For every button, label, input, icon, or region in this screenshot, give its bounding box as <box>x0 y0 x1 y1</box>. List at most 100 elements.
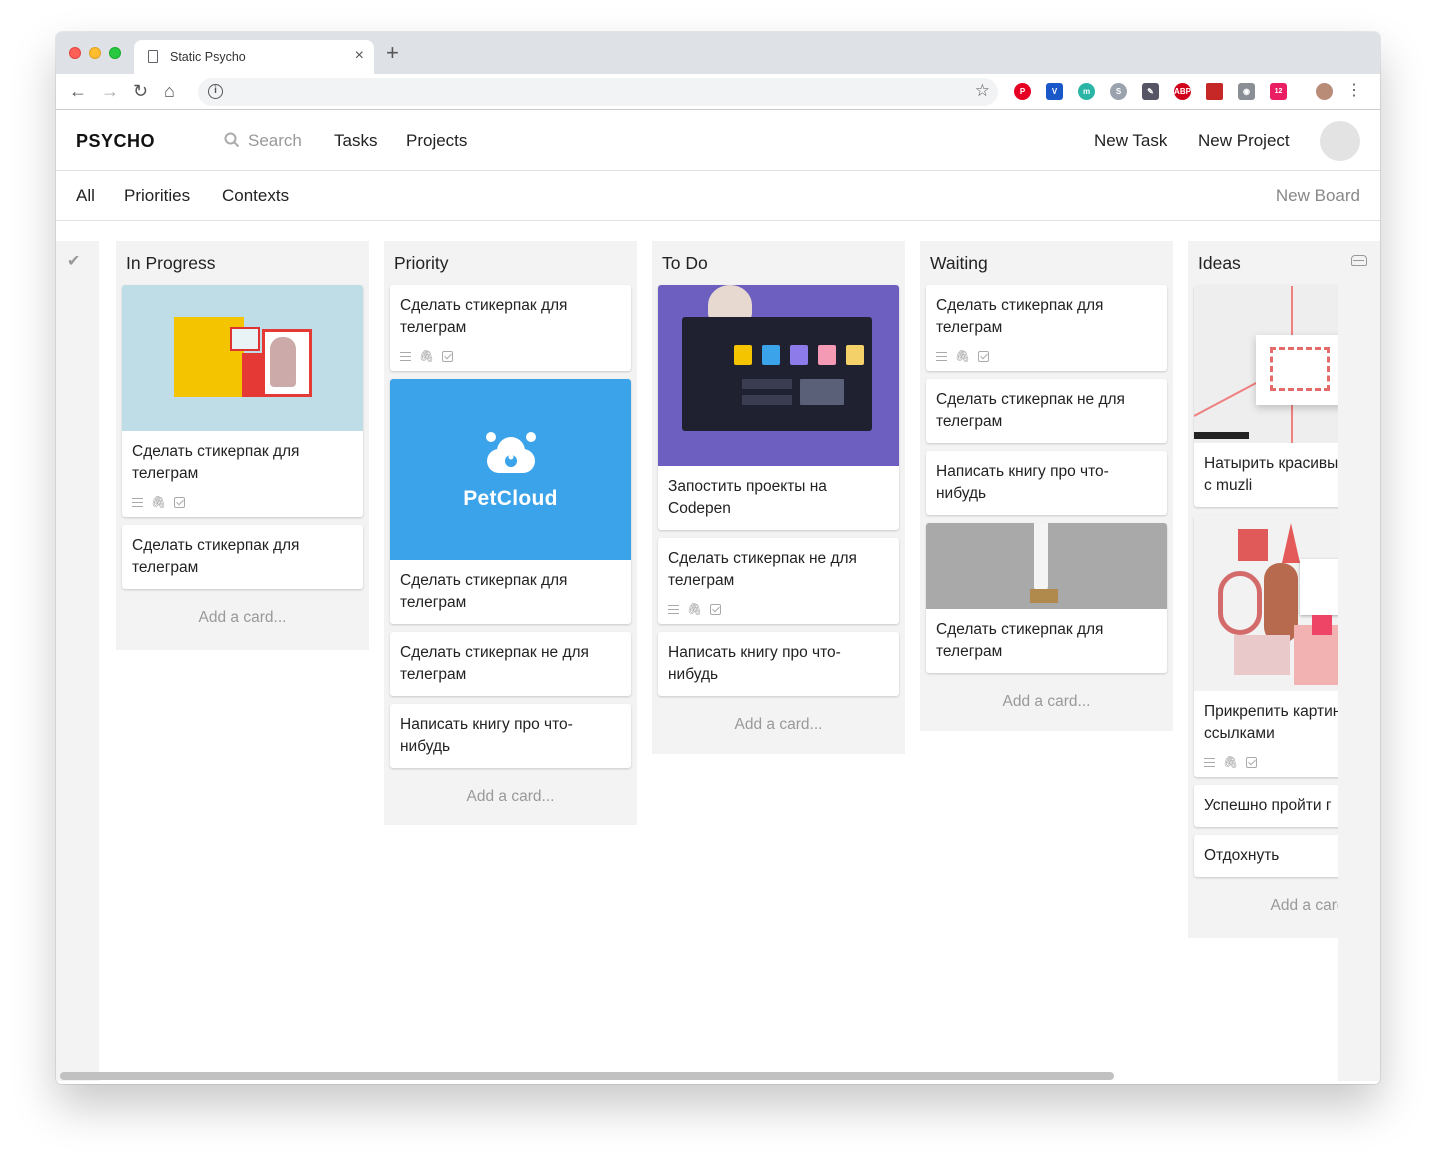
book-extension-icon[interactable] <box>1206 83 1223 100</box>
skype-extension-icon[interactable]: S <box>1110 83 1127 100</box>
filter-all[interactable]: All <box>76 186 95 206</box>
task-card[interactable]: Сделать стикерпак не для телеграм <box>390 632 631 696</box>
add-card-button[interactable]: Add a card... <box>1188 885 1338 927</box>
bookmark-star-icon[interactable]: ☆ <box>975 81 990 101</box>
m12-extension-icon[interactable]: 12 <box>1270 83 1287 100</box>
checklist-icon <box>174 497 186 509</box>
card-cover-image: PetCloud <box>390 379 631 560</box>
card-cover-image <box>122 285 363 431</box>
card-cover-image <box>1194 285 1338 443</box>
task-card[interactable]: Написать книгу про что-нибудь <box>658 632 899 696</box>
task-card[interactable]: Сделать стикерпак для телеграм <box>926 523 1167 673</box>
minimize-window-button[interactable] <box>89 47 101 59</box>
list-title: To Do <box>662 253 708 273</box>
site-info-icon[interactable]: i <box>208 84 223 99</box>
description-icon <box>936 352 947 362</box>
reload-icon[interactable]: ↻ <box>133 81 148 101</box>
card-badges: 🖇 <box>1194 755 1338 777</box>
add-card-button[interactable]: Add a card... <box>384 776 637 818</box>
task-card[interactable]: Сделать стикерпак для телеграм <box>122 525 363 589</box>
card-text: Сделать стикерпак для телеграм <box>936 621 1104 660</box>
card-badges: 🖇 <box>658 602 899 624</box>
dropper-extension-icon[interactable]: ✎ <box>1142 83 1159 100</box>
card-text: Сделать стикерпак для телеграм <box>400 572 568 611</box>
card-text: Отдохнуть <box>1204 847 1280 864</box>
task-card[interactable]: Запостить проекты на Codepen <box>658 285 899 530</box>
task-card[interactable]: PetCloud Сделать стикерпак для телеграм <box>390 379 631 624</box>
new-task-button[interactable]: New Task <box>1094 131 1167 151</box>
camera-extension-icon[interactable]: ◉ <box>1238 83 1255 100</box>
inbox-column-collapsed[interactable] <box>1338 241 1380 1081</box>
profile-avatar-icon[interactable] <box>1316 83 1333 100</box>
list-title: Waiting <box>930 253 988 273</box>
list-title: Ideas <box>1198 253 1241 273</box>
browser-tab[interactable]: Static Psycho × <box>134 40 374 74</box>
task-card[interactable]: Сделать стикерпак для телеграм 🖇 <box>122 285 363 517</box>
maximize-window-button[interactable] <box>109 47 121 59</box>
checklist-icon <box>710 604 722 616</box>
user-avatar[interactable] <box>1320 121 1360 161</box>
task-card[interactable]: Сделать стикерпак не для телеграм <box>926 379 1167 443</box>
app-logo[interactable]: PSYCHO <box>76 131 155 152</box>
adblock-extension-icon[interactable]: ABP <box>1174 83 1191 100</box>
task-card[interactable]: Прикрепить картинки ссылками 🖇 <box>1194 515 1338 777</box>
card-cover-image <box>658 285 899 466</box>
task-card[interactable]: Сделать стикерпак для телеграм 🖇 <box>926 285 1167 371</box>
card-text: Успешно пройти г <box>1204 797 1332 814</box>
card-text: Сделать стикерпак не для телеграм <box>400 644 589 683</box>
pinterest-extension-icon[interactable]: P <box>1014 83 1031 100</box>
description-icon <box>132 498 143 508</box>
ideas-list-viewport: Ideas Натырить красивых картинок с muzli <box>1188 222 1338 1084</box>
add-card-button[interactable]: Add a card... <box>652 704 905 746</box>
browser-menu-icon[interactable]: ⋮ <box>1346 81 1362 101</box>
card-text: Сделать стикерпак для телеграм <box>132 443 300 482</box>
nav-projects[interactable]: Projects <box>406 131 467 151</box>
card-text: Сделать стикерпак для телеграм <box>132 537 300 576</box>
horizontal-scrollbar[interactable] <box>60 1072 1114 1080</box>
card-text: Написать книгу про что-нибудь <box>400 716 573 755</box>
attachment-icon: 🖇 <box>151 495 167 509</box>
done-column-collapsed[interactable]: ✔ <box>56 241 99 1081</box>
nav-tasks[interactable]: Tasks <box>334 131 377 151</box>
new-project-button[interactable]: New Project <box>1198 131 1290 151</box>
attachment-icon: 🖇 <box>955 349 971 363</box>
new-tab-button[interactable]: + <box>386 42 399 64</box>
task-card[interactable]: Написать книгу про что-нибудь <box>390 704 631 768</box>
new-board-button[interactable]: New Board <box>1276 186 1360 206</box>
task-card[interactable]: Натырить красивых картинок с muzli <box>1194 285 1338 507</box>
search-box[interactable]: Search <box>224 131 302 151</box>
add-card-button[interactable]: Add a card... <box>116 597 369 639</box>
list-title: In Progress <box>126 253 216 273</box>
list-priority: Priority Сделать стикерпак для телеграм … <box>384 241 637 825</box>
filter-priorities[interactable]: Priorities <box>124 186 190 206</box>
task-card[interactable]: Успешно пройти г <box>1194 785 1338 827</box>
close-window-button[interactable] <box>69 47 81 59</box>
card-text: Написать книгу про что-нибудь <box>936 463 1109 502</box>
checklist-icon <box>442 351 454 363</box>
filter-contexts[interactable]: Contexts <box>222 186 289 206</box>
task-card[interactable]: Сделать стикерпак для телеграм 🖇 <box>390 285 631 371</box>
card-badges: 🖇 <box>122 495 363 517</box>
task-card[interactable]: Написать книгу про что-нибудь <box>926 451 1167 515</box>
check-icon: ✔ <box>67 253 81 270</box>
list-in-progress: In Progress Сделать стикерпак для телегр… <box>116 241 369 650</box>
home-icon[interactable]: ⌂ <box>164 81 175 101</box>
description-icon <box>1204 758 1215 768</box>
petcloud-wordmark: PetCloud <box>463 487 558 510</box>
task-card[interactable]: Сделать стикерпак не для телеграм 🖇 <box>658 538 899 624</box>
tab-close-icon[interactable]: × <box>355 47 364 65</box>
m-extension-icon[interactable]: m <box>1078 83 1095 100</box>
card-cover-image <box>1194 515 1338 691</box>
attachment-icon: 🖇 <box>687 602 703 616</box>
checklist-icon <box>1246 757 1258 769</box>
task-card[interactable]: Отдохнуть <box>1194 835 1338 877</box>
vk-extension-icon[interactable]: V <box>1046 83 1063 100</box>
search-placeholder: Search <box>248 131 302 150</box>
add-card-button[interactable]: Add a card... <box>920 681 1173 723</box>
forward-icon[interactable]: → <box>101 81 119 101</box>
kanban-board: ✔ In Progress Сделать стикерпак для теле… <box>56 222 1380 1084</box>
petcloud-logo-icon <box>486 432 536 473</box>
checklist-icon <box>978 351 990 363</box>
address-bar[interactable]: i ☆ <box>198 78 998 106</box>
back-icon[interactable]: ← <box>69 81 87 101</box>
